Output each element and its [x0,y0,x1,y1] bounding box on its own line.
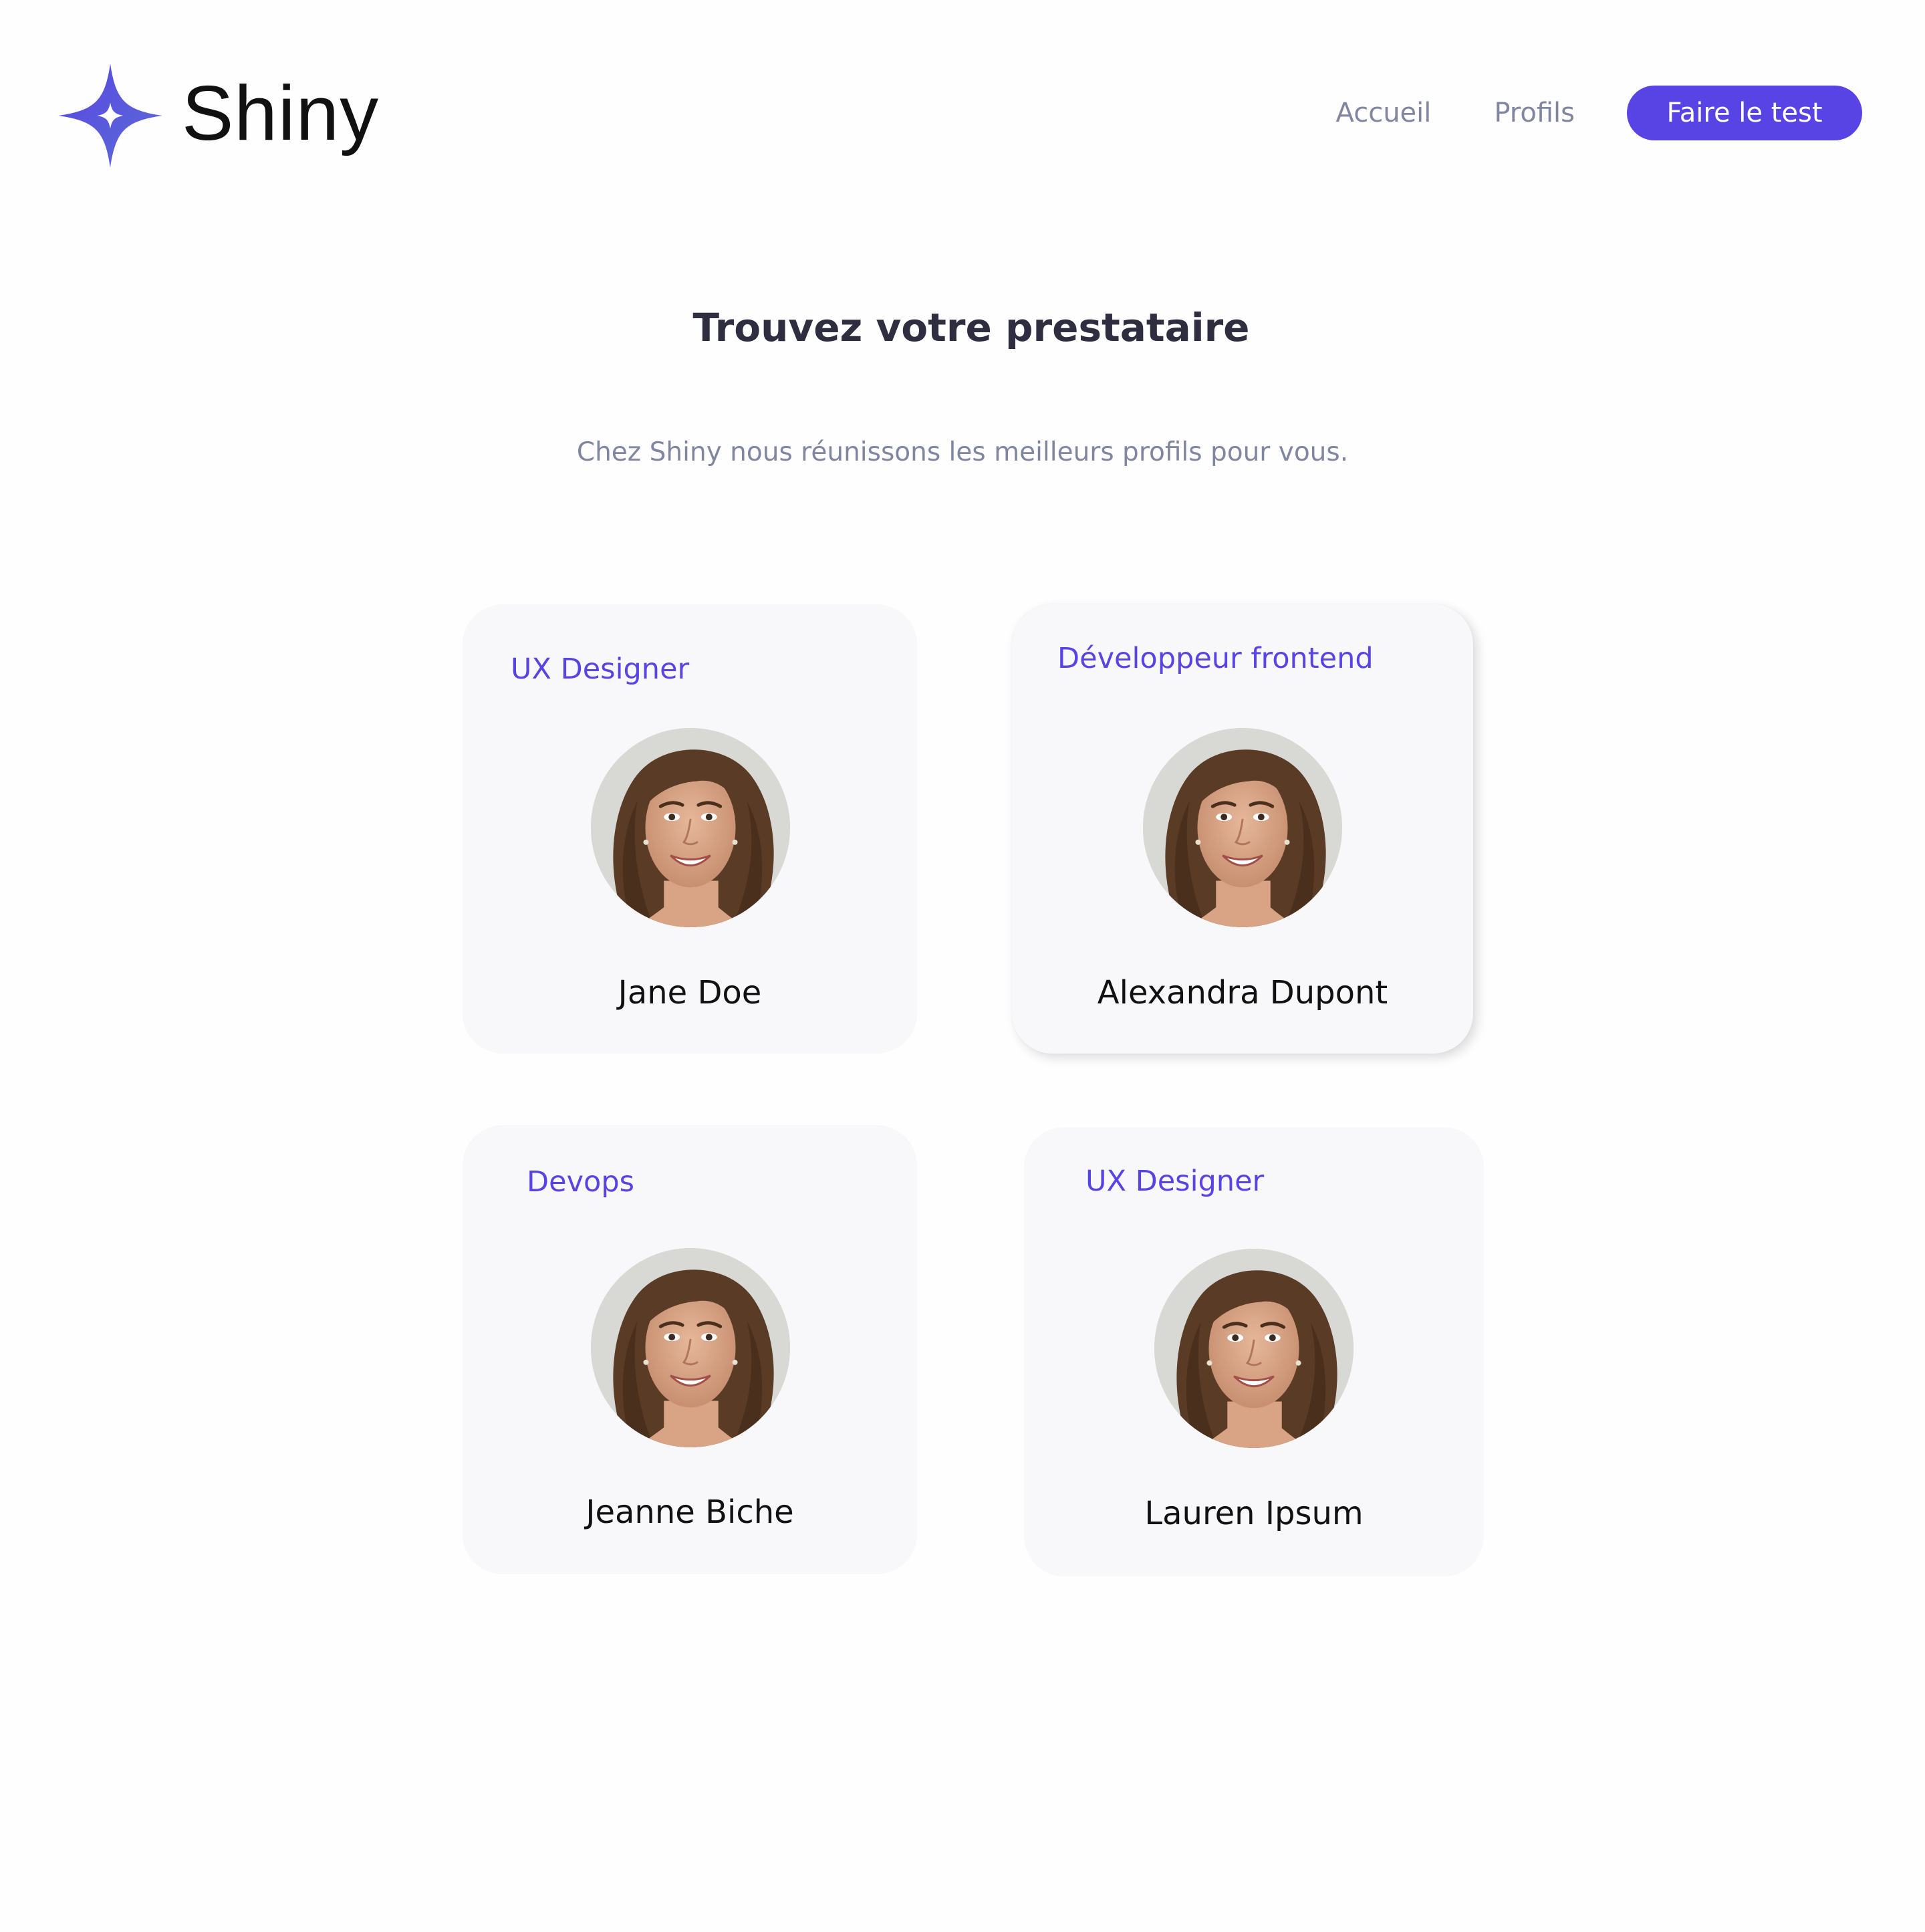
page: Shiny Accueil Profils Faire le test Trou… [0,0,1925,1932]
main-nav: Accueil Profils Faire le test [1336,86,1862,140]
nav-link-home[interactable]: Accueil [1336,98,1432,128]
profile-picture [591,728,790,927]
profile-name: Alexandra Dupont [1097,974,1388,1011]
profile-card[interactable]: Développeur frontend Alexandra Dupont [1012,604,1473,1054]
brand-name: Shiny [182,70,380,156]
profile-card[interactable]: Devops Jeanne Biche [463,1125,917,1574]
nav-link-profiles[interactable]: Profils [1494,98,1575,128]
logo-link[interactable]: Shiny [56,62,379,170]
profile-card[interactable]: UX Designer Lauren Ipsum [1024,1127,1484,1576]
profile-name: Jeanne Biche [586,1493,794,1531]
profile-job-title: UX Designer [511,652,690,686]
profile-card[interactable]: UX Designer Jane Doe [463,604,917,1054]
profile-job-title: Devops [527,1165,635,1199]
profile-job-title: Développeur frontend [1057,642,1374,675]
profile-name: Jane Doe [618,974,762,1011]
profile-name: Lauren Ipsum [1144,1495,1364,1532]
profile-picture [1143,728,1342,927]
page-subtitle: Chez Shiny nous réunissons les meilleurs… [576,437,1349,467]
profile-picture [1154,1249,1354,1448]
sparkle-logo-icon [58,64,162,168]
profile-picture [591,1248,790,1447]
profile-job-title: UX Designer [1085,1165,1265,1198]
take-test-button[interactable]: Faire le test [1627,86,1862,140]
page-title: Trouvez votre prestataire [692,305,1250,350]
